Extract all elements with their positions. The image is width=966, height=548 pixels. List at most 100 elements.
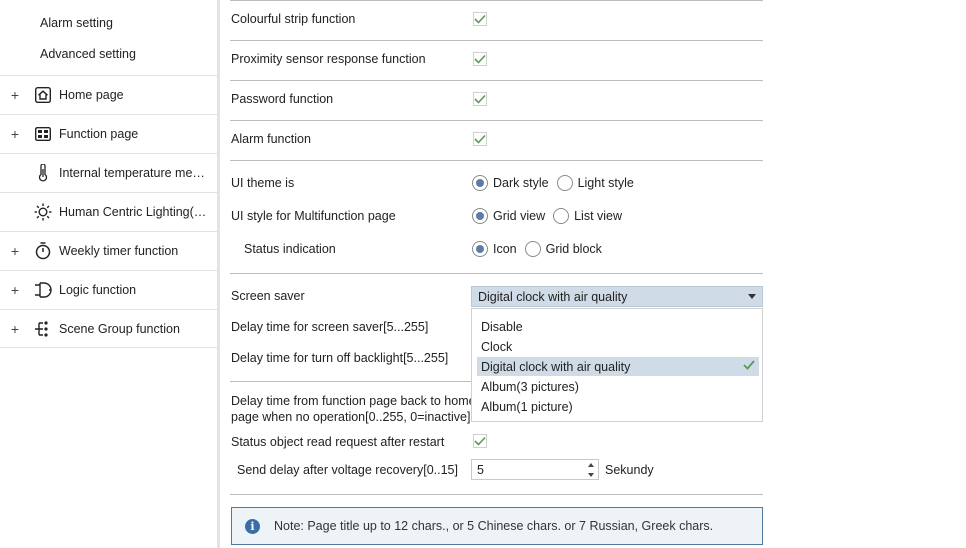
check-icon (474, 14, 486, 24)
check-icon (474, 54, 486, 64)
sidebar-item-human-centric-lighting[interactable]: Human Centric Lighting(H... (0, 192, 217, 231)
dropdown-option-clock[interactable]: Clock (477, 337, 759, 356)
screen-saver-select[interactable]: Digital clock with air quality (471, 286, 763, 307)
radio-light-style[interactable] (556, 175, 573, 191)
divider (230, 494, 763, 495)
expand-icon[interactable]: + (9, 126, 21, 142)
sidebar-item-advanced-setting[interactable]: Advanced setting (40, 47, 136, 61)
divider (230, 160, 763, 161)
radio-grid-view[interactable] (472, 208, 488, 224)
option-label: Digital clock with air quality (481, 359, 631, 374)
check-icon (474, 94, 486, 104)
check-icon (474, 134, 486, 144)
sidebar-item-label: Function page (59, 127, 139, 141)
password-label: Password function (231, 92, 334, 106)
radio-label: List view (574, 209, 623, 223)
send-delay-unit: Sekundy (605, 463, 654, 477)
colourful-strip-label: Colourful strip function (231, 12, 356, 26)
sidebar-item-label: Weekly timer function (59, 244, 179, 258)
divider (230, 273, 763, 274)
screen-saver-value: Digital clock with air quality (478, 289, 628, 304)
divider (230, 120, 763, 121)
radio-list-view[interactable] (553, 208, 570, 224)
option-label: Clock (481, 339, 513, 354)
status-read-checkbox[interactable] (473, 434, 487, 448)
spin-up-icon[interactable] (588, 463, 594, 467)
status-indication-label: Status indication (244, 242, 336, 256)
status-indication-radio-group: Icon Grid block (472, 241, 610, 257)
sidebar-item-label: Human Centric Lighting(H... (59, 205, 209, 219)
dropdown-option-album-3[interactable]: Album(3 pictures) (477, 377, 759, 396)
thermometer-icon (34, 164, 52, 182)
dropdown-option-album-1[interactable]: Album(1 picture) (477, 397, 759, 416)
sidebar-item-label: Logic function (59, 283, 137, 297)
password-checkbox[interactable] (473, 92, 487, 106)
delay-saver-label: Delay time for screen saver[5...255] (231, 320, 429, 334)
delay-home-label-line1: Delay time from function page back to ho… (231, 394, 476, 408)
radio-label: Icon (493, 242, 517, 256)
radio-grid-block[interactable] (524, 241, 541, 257)
send-delay-label: Send delay after voltage recovery[0..15] (237, 463, 458, 477)
sidebar-item-label: Home page (59, 88, 124, 102)
sidebar-item-internal-temperature[interactable]: Internal temperature meas... (0, 153, 217, 192)
divider (230, 80, 763, 81)
grid-icon (34, 125, 52, 143)
divider (230, 40, 763, 41)
option-label: Disable (481, 319, 523, 334)
send-delay-value: 5 (477, 462, 484, 477)
radio-label: Dark style (493, 176, 549, 190)
timer-icon (34, 242, 52, 260)
radio-label: Light style (577, 176, 634, 190)
note-text: Note: Page title up to 12 chars., or 5 C… (274, 519, 714, 533)
parameter-panel: Colourful strip function Proximity senso… (220, 0, 966, 548)
colourful-strip-checkbox[interactable] (473, 12, 487, 26)
sidebar-item-home-page[interactable]: + Home page (0, 75, 217, 114)
option-label: Album(3 pictures) (481, 379, 579, 394)
expand-icon[interactable]: + (9, 243, 21, 259)
radio-label: Grid block (545, 242, 602, 256)
info-note: i Note: Page title up to 12 chars., or 5… (231, 507, 763, 545)
proximity-checkbox[interactable] (473, 52, 487, 66)
spin-down-icon[interactable] (588, 473, 594, 477)
status-read-label: Status object read request after restart (231, 435, 445, 449)
radio-icon[interactable] (472, 241, 488, 257)
expand-icon[interactable]: + (9, 321, 21, 337)
radio-dark-style[interactable] (472, 175, 488, 191)
screen-saver-label: Screen saver (231, 289, 305, 303)
proximity-label: Proximity sensor response function (231, 52, 426, 66)
send-delay-input[interactable]: 5 (471, 459, 599, 480)
expand-icon[interactable]: + (9, 87, 21, 103)
screen-saver-dropdown: Disable Clock Digital clock with air qua… (471, 308, 763, 422)
logic-icon (34, 281, 52, 299)
sidebar-item-function-page[interactable]: + Function page (0, 114, 217, 153)
dropdown-option-disable[interactable]: Disable (477, 317, 759, 336)
alarm-checkbox[interactable] (473, 132, 487, 146)
sidebar-item-logic-function[interactable]: + Logic function (0, 270, 217, 309)
check-icon (474, 436, 486, 446)
send-delay-stepper[interactable] (585, 461, 597, 479)
alarm-label: Alarm function (231, 132, 311, 146)
check-icon (743, 360, 755, 370)
delay-home-label-line2: page when no operation[0..255, 0=inactiv… (231, 410, 471, 424)
ui-theme-radio-group: Dark style Light style (472, 175, 642, 191)
divider (230, 0, 763, 1)
sidebar-item-weekly-timer[interactable]: + Weekly timer function (0, 231, 217, 270)
delay-backlight-label: Delay time for turn off backlight[5...25… (231, 351, 449, 365)
radio-label: Grid view (493, 209, 546, 223)
sidebar-item-label: Scene Group function (59, 321, 180, 336)
sidebar-item-label: Internal temperature meas... (59, 166, 209, 180)
dropdown-option-digital-clock[interactable]: Digital clock with air quality (477, 357, 759, 376)
sidebar: Alarm setting Advanced setting + Home pa… (0, 0, 220, 548)
expand-icon[interactable]: + (9, 282, 21, 298)
ui-style-radio-group: Grid view List view (472, 208, 630, 224)
sidebar-item-scene-group[interactable]: + Scene Group function (0, 309, 217, 348)
caret-down-icon (748, 294, 756, 299)
ui-style-label: UI style for Multifunction page (231, 209, 396, 223)
sidebar-item-alarm-setting[interactable]: Alarm setting (40, 16, 113, 30)
sun-icon (34, 203, 52, 221)
scene-tree-icon (34, 320, 52, 338)
ui-theme-label: UI theme is (231, 176, 295, 190)
home-icon (34, 86, 52, 104)
option-label: Album(1 picture) (481, 399, 573, 414)
info-icon: i (245, 518, 260, 534)
